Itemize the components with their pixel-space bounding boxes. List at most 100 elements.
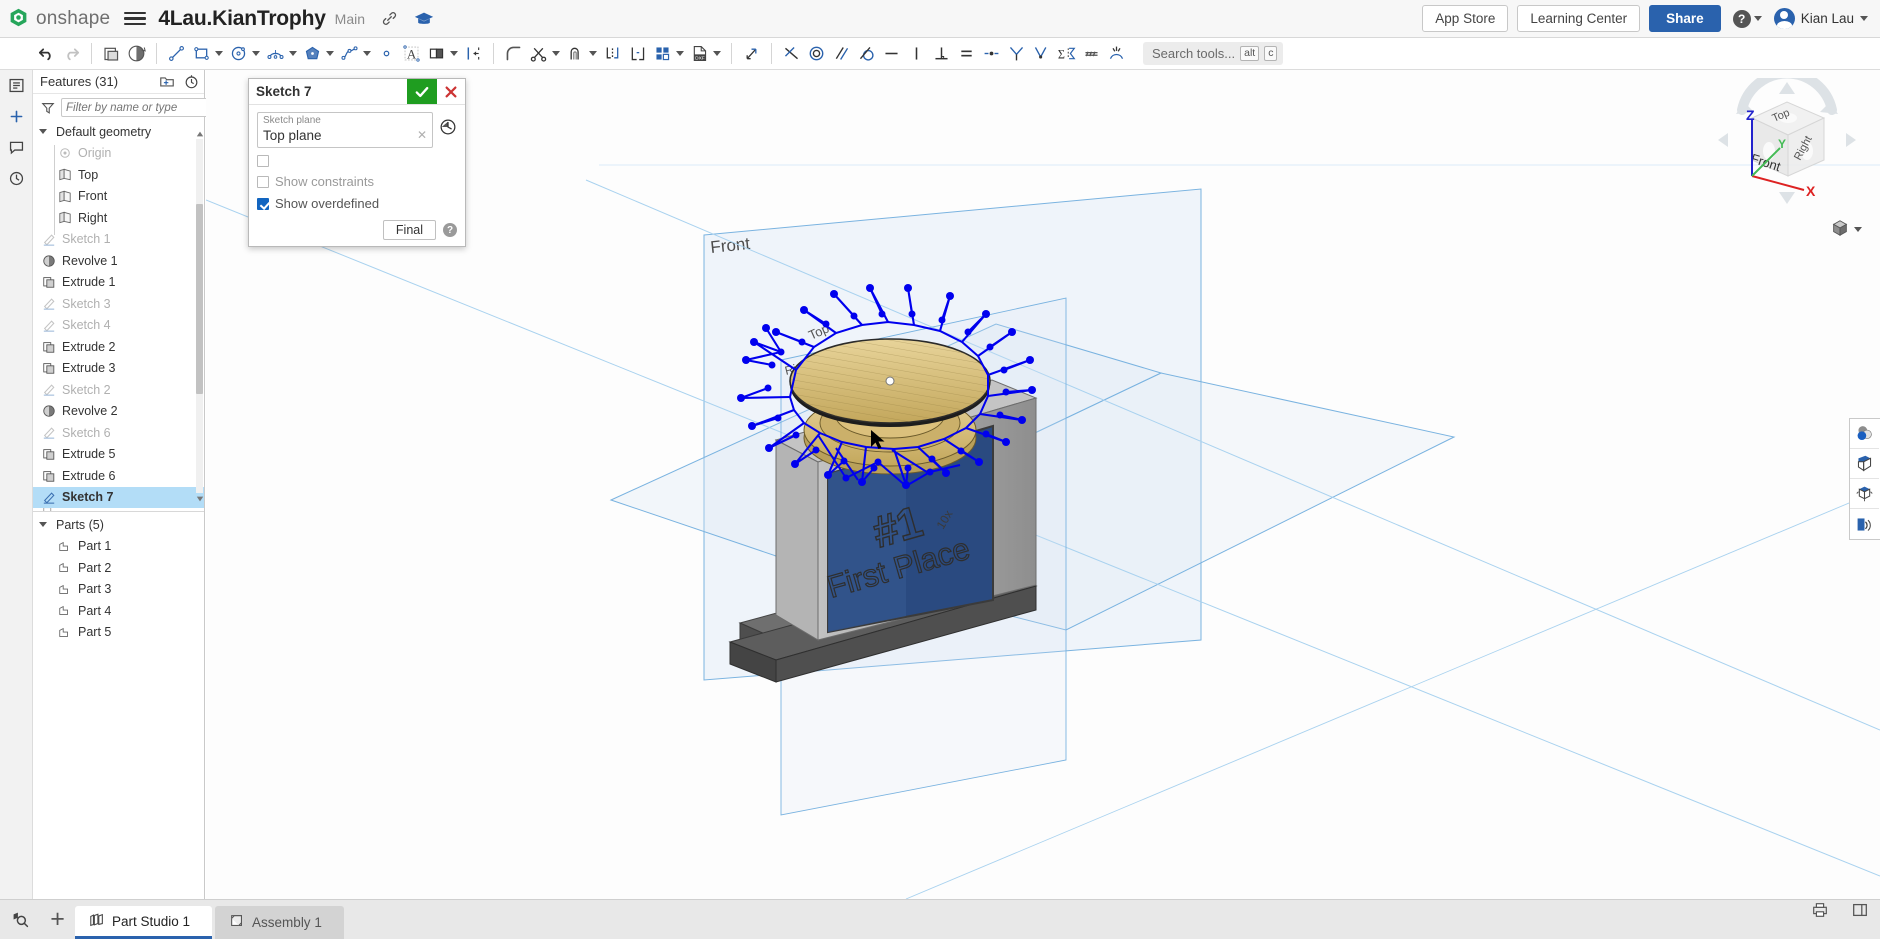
constraint-concentric-icon[interactable] [804,39,829,69]
point-icon[interactable] [374,39,399,69]
constraint-normal-icon[interactable] [1104,39,1129,69]
add-feature-icon[interactable] [0,101,33,132]
constraint-parallel-icon[interactable] [829,39,854,69]
revolve-icon[interactable] [124,39,149,69]
user-account-menu[interactable]: Kian Lau [1773,8,1868,29]
part-row-5[interactable]: Part 5 [33,622,204,644]
feature-row-revolve-1[interactable]: Revolve 1 [33,250,204,272]
features-filter-input[interactable] [61,98,227,117]
offset-icon[interactable] [563,39,588,69]
feature-row-right-plane[interactable]: Right [33,207,204,229]
filter-funnel-icon[interactable] [41,101,55,115]
checkbox-box[interactable] [257,197,269,210]
new-folder-icon[interactable] [159,74,175,89]
constraint-tangent-icon[interactable] [854,39,879,69]
constraint-curvature-icon[interactable] [1029,39,1054,69]
constraint-midpoint-icon[interactable] [979,39,1004,69]
chevron-down-icon[interactable] [450,51,458,56]
feature-list-toggle-icon[interactable] [0,70,33,101]
share-button[interactable]: Share [1649,5,1721,32]
feature-row-front-plane[interactable]: Front [33,186,204,208]
view-cube[interactable]: Top Front Right Z X Y [1712,68,1862,208]
feature-row-sketch-1[interactable]: Sketch 1 [33,229,204,251]
feature-row-partial[interactable] [33,508,204,511]
construction-icon[interactable] [1079,39,1104,69]
feature-row-extrude-5[interactable]: Extrude 5 [33,444,204,466]
brand-home-link[interactable]: onshape [0,7,110,31]
search-tools-input[interactable]: Search tools... alt c [1143,42,1284,65]
checkbox-disable-imprinting[interactable] [257,155,457,167]
checkbox-show-overdefined[interactable]: Show overdefined [257,196,457,211]
part-row-1[interactable]: Part 1 [33,536,204,558]
link-icon[interactable] [381,10,398,27]
add-tab-button[interactable]: + [40,899,75,939]
feature-row-extrude-2[interactable]: Extrude 2 [33,336,204,358]
hamburger-menu-icon[interactable] [124,11,147,26]
text-icon[interactable]: A [399,39,424,69]
chevron-down-icon[interactable] [713,51,721,56]
circle-icon[interactable] [226,39,251,69]
feature-row-extrude-6[interactable]: Extrude 6 [33,465,204,487]
sketch-plane-field[interactable]: Sketch plane Top plane ✕ [257,112,433,148]
constraint-horizontal-icon[interactable] [879,39,904,69]
intersect-icon[interactable] [625,39,650,69]
rectangle-icon[interactable] [189,39,214,69]
graduation-cap-icon[interactable] [414,10,434,27]
help-menu[interactable]: ? [1732,9,1762,28]
constraint-vertical-icon[interactable] [904,39,929,69]
feature-row-sketch-7[interactable]: Sketch 7 [33,486,204,508]
features-tree[interactable]: Default geometry Origin Top Front Right … [33,121,204,511]
print-icon[interactable] [1800,890,1840,930]
learning-center-button[interactable]: Learning Center [1517,5,1641,32]
tab-part-studio-1[interactable]: Part Studio 1 [75,906,213,939]
chevron-down-icon[interactable] [552,51,560,56]
app-store-button[interactable]: App Store [1422,5,1509,32]
dxf-import-icon[interactable]: DXF [687,39,712,69]
clear-x-icon[interactable]: ✕ [417,128,427,142]
scroll-up-arrow-icon[interactable] [195,129,204,138]
checkbox-box[interactable] [257,175,269,188]
sketch-cancel-button[interactable] [437,79,465,104]
feature-row-sketch-4[interactable]: Sketch 4 [33,315,204,337]
appearance-icon[interactable] [1850,419,1879,449]
feature-row-sketch-3[interactable]: Sketch 3 [33,293,204,315]
undo-icon[interactable] [34,39,59,69]
chevron-down-icon[interactable] [289,51,297,56]
part-row-4[interactable]: Part 4 [33,600,204,622]
final-button[interactable]: Final [382,220,436,240]
features-group-default-geometry[interactable]: Default geometry [33,121,204,143]
scroll-down-arrow-icon[interactable] [195,494,204,503]
chevron-down-icon[interactable] [326,51,334,56]
chevron-down-icon[interactable] [589,51,597,56]
part-row-3[interactable]: Part 3 [33,579,204,601]
features-scrollbar[interactable] [195,129,204,503]
sketch-accept-button[interactable] [407,79,437,104]
display-mode-selector[interactable] [1830,218,1862,241]
transform-icon[interactable] [739,39,764,69]
feature-row-sketch-2[interactable]: Sketch 2 [33,379,204,401]
redo-icon[interactable] [59,39,84,69]
feature-row-revolve-2[interactable]: Revolve 2 [33,401,204,423]
constraint-symmetric-icon[interactable] [1004,39,1029,69]
feature-row-sketch-6[interactable]: Sketch 6 [33,422,204,444]
chevron-down-icon[interactable] [252,51,260,56]
checkbox-show-constraints[interactable]: Show constraints [257,174,457,189]
use-project-icon[interactable] [600,39,625,69]
spline-icon[interactable] [337,39,362,69]
explode-view-icon[interactable] [1850,479,1879,509]
linear-pattern-icon[interactable] [650,39,675,69]
hide-panel-icon[interactable] [1840,890,1880,930]
constraint-sum-icon[interactable]: Σ [1054,39,1079,69]
render-icon[interactable] [1850,509,1879,539]
feature-row-extrude-3[interactable]: Extrude 3 [33,358,204,380]
feature-row-top-plane[interactable]: Top [33,164,204,186]
trim-icon[interactable] [526,39,551,69]
mirror-icon[interactable] [424,39,449,69]
rollback-clock-icon[interactable] [184,74,199,89]
history-icon[interactable] [0,163,33,194]
section-view-icon[interactable] [1850,449,1879,479]
parts-group-header[interactable]: Parts (5) [33,514,204,536]
tab-assembly-1[interactable]: Assembly 1 [215,906,344,939]
comments-icon[interactable] [0,132,33,163]
checkbox-box[interactable] [257,155,269,167]
